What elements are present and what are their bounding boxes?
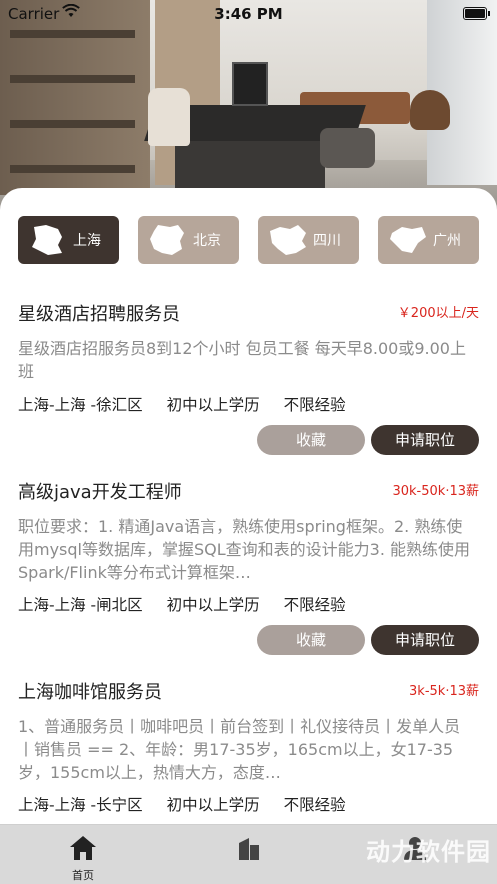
- tab-companies[interactable]: [166, 825, 332, 884]
- city-label: 上海: [73, 233, 101, 249]
- tab-label: 首页: [72, 869, 94, 882]
- city-label: 广州: [433, 233, 461, 249]
- city-selector: 上海 北京 四川 广州: [18, 216, 479, 264]
- job-title: 高级java开发工程师: [18, 482, 182, 503]
- status-bar: Carrier 3:46 PM: [0, 0, 497, 28]
- city-label: 四川: [313, 233, 341, 249]
- job-card[interactable]: 上海咖啡馆服务员 3k-5k·13薪 1、普通服务员丨咖啡吧员丨前台签到丨礼仪接…: [18, 678, 479, 824]
- job-experience: 不限经验: [283, 396, 346, 414]
- job-salary: ￥200以上/天: [397, 306, 479, 321]
- job-meta: 上海-上海 -闸北区 初中以上学历 不限经验: [18, 593, 370, 615]
- job-description: 星级酒店招服务员8到12个小时 包员工餐 每天早8.00或9.00上班: [18, 339, 466, 381]
- shanghai-map-icon: [32, 225, 62, 255]
- job-salary: 30k-50k·13薪: [392, 484, 479, 499]
- job-title: 星级酒店招聘服务员: [18, 304, 180, 325]
- job-description: 1、普通服务员丨咖啡吧员丨前台签到丨礼仪接待员丨发单人员丨销售员 == 2、年龄…: [18, 717, 461, 782]
- city-tab-shanghai[interactable]: 上海: [18, 216, 119, 264]
- clock: 3:46 PM: [214, 5, 283, 23]
- watermark: 动力软件园: [366, 838, 491, 866]
- apply-button[interactable]: 申请职位: [371, 425, 479, 455]
- city-label: 北京: [193, 233, 221, 249]
- job-education: 初中以上学历: [166, 796, 260, 814]
- battery-icon: [463, 7, 490, 20]
- job-location: 上海-上海 -长宁区: [18, 796, 143, 814]
- job-education: 初中以上学历: [166, 596, 260, 614]
- job-description: 职位要求：1. 精通Java语言，熟练使用spring框架。2. 熟练使用mys…: [18, 517, 471, 582]
- city-tab-guangzhou[interactable]: 广州: [378, 216, 479, 264]
- sichuan-map-icon: [270, 225, 306, 255]
- job-location: 上海-上海 -闸北区: [18, 596, 143, 614]
- job-experience: 不限经验: [283, 796, 346, 814]
- job-meta: 上海-上海 -长宁区 初中以上学历 不限经验: [18, 793, 370, 815]
- city-tab-sichuan[interactable]: 四川: [258, 216, 359, 264]
- guangzhou-map-icon: [390, 227, 426, 253]
- job-education: 初中以上学历: [166, 396, 260, 414]
- favorite-button[interactable]: 收藏: [257, 625, 365, 655]
- beijing-map-icon: [150, 225, 184, 255]
- favorite-button[interactable]: 收藏: [257, 425, 365, 455]
- building-icon: [239, 838, 259, 860]
- city-tab-beijing[interactable]: 北京: [138, 216, 239, 264]
- job-salary: 3k-5k·13薪: [409, 684, 479, 699]
- apply-button[interactable]: 申请职位: [371, 625, 479, 655]
- job-card[interactable]: 高级java开发工程师 30k-50k·13薪 职位要求：1. 精通Java语言…: [18, 478, 479, 658]
- tab-home[interactable]: 首页: [0, 825, 166, 884]
- job-experience: 不限经验: [283, 596, 346, 614]
- job-location: 上海-上海 -徐汇区: [18, 396, 143, 414]
- home-icon: [70, 836, 96, 860]
- job-title: 上海咖啡馆服务员: [18, 682, 162, 703]
- job-card[interactable]: 星级酒店招聘服务员 ￥200以上/天 星级酒店招服务员8到12个小时 包员工餐 …: [18, 300, 479, 460]
- job-meta: 上海-上海 -徐汇区 初中以上学历 不限经验: [18, 393, 370, 415]
